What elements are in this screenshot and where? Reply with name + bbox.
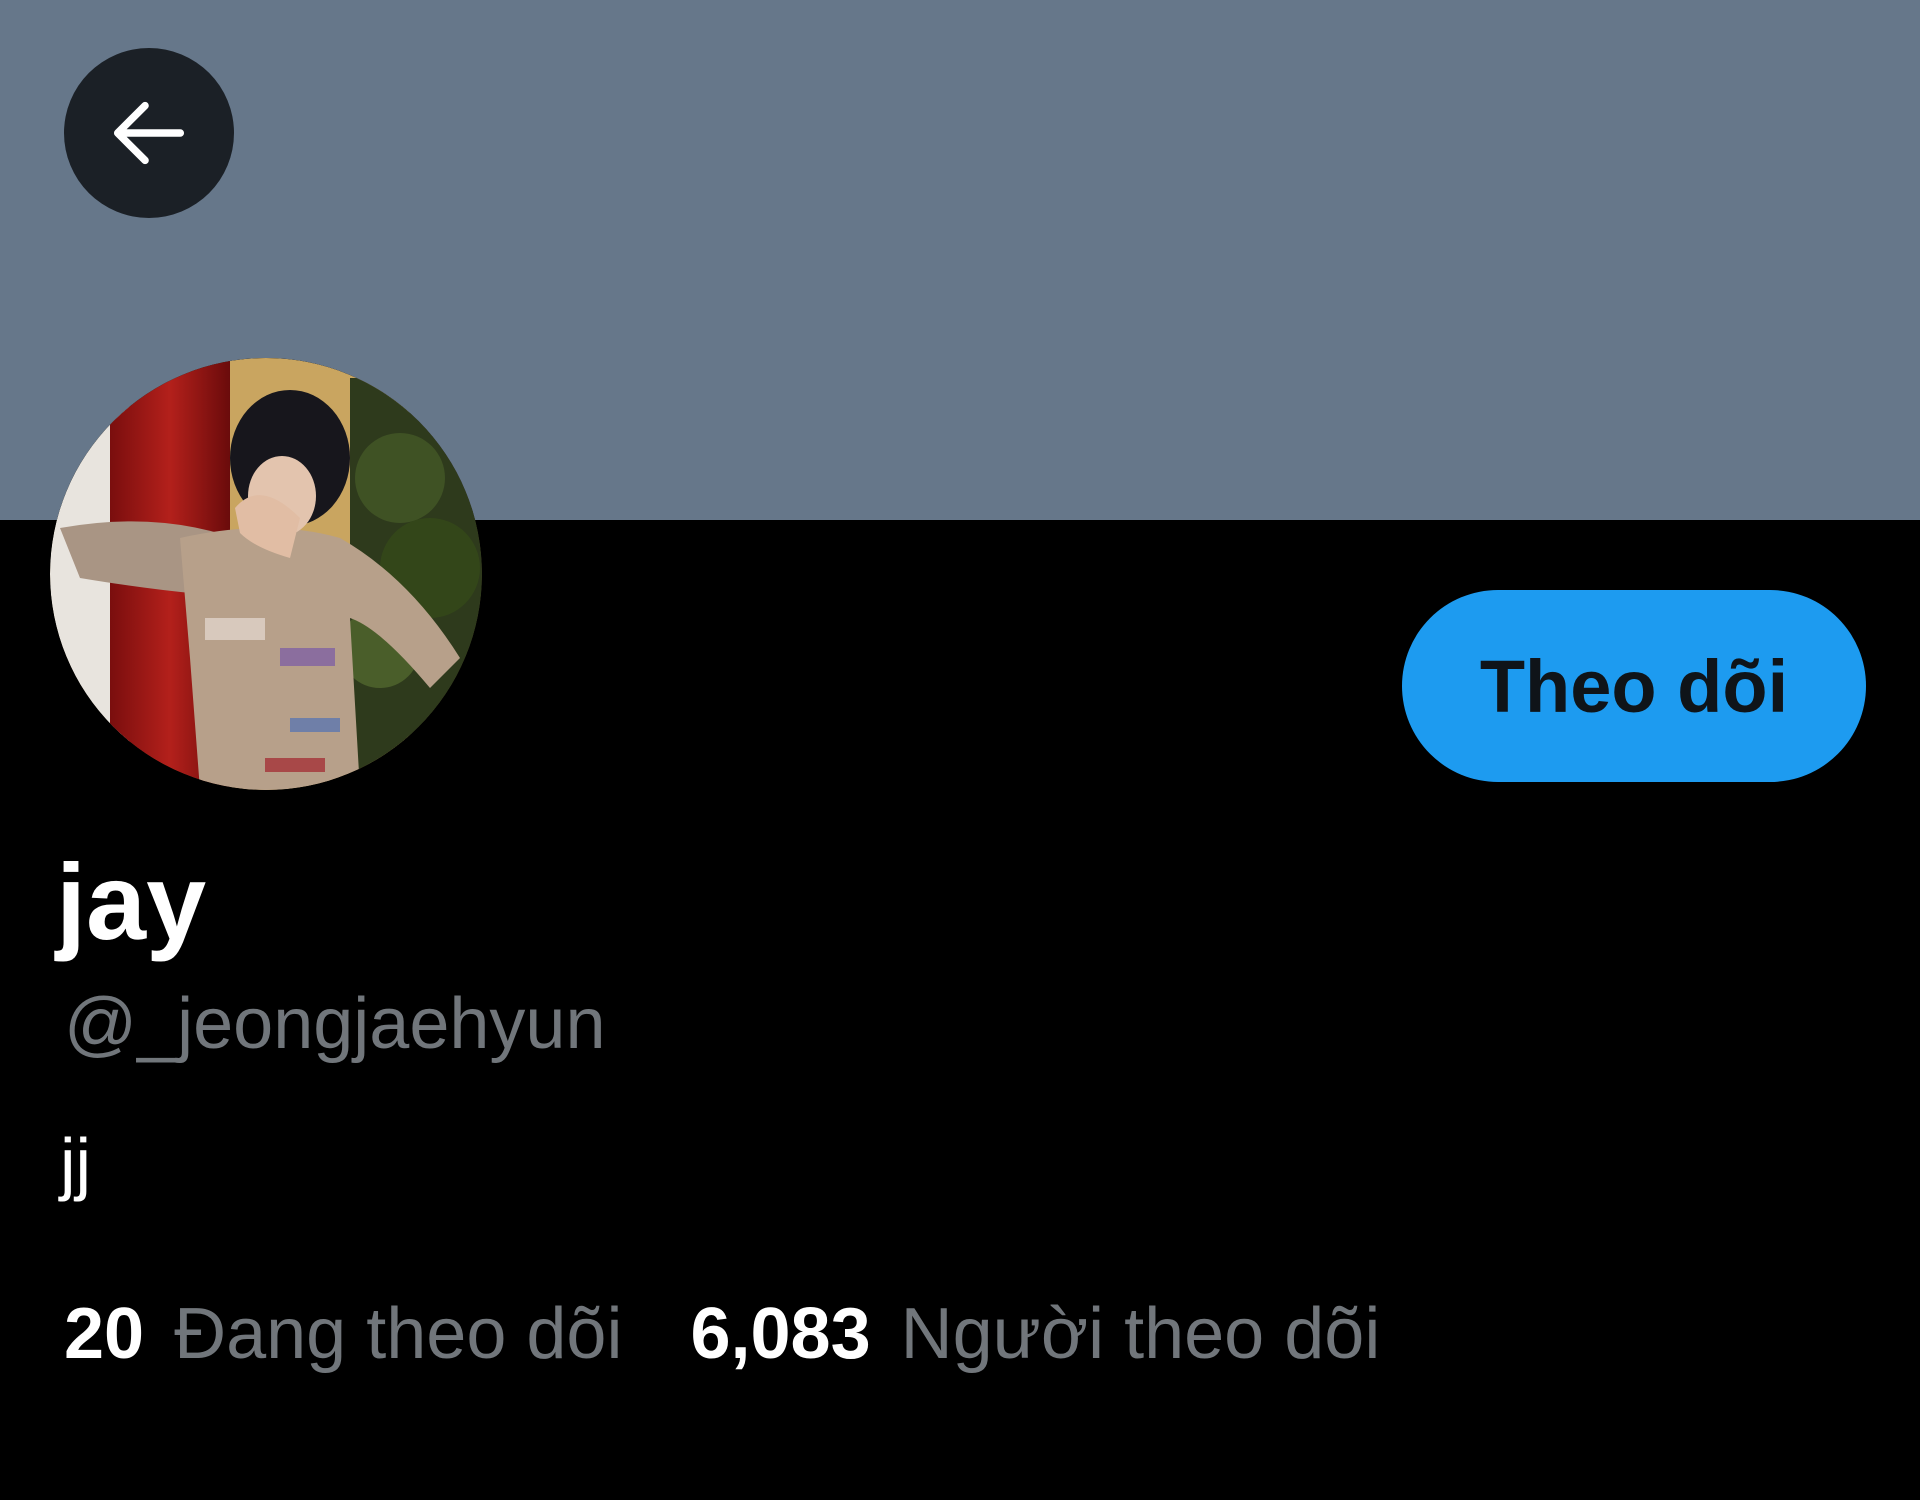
follow-button[interactable]: Theo dõi	[1402, 590, 1866, 782]
profile-bio: jj	[60, 1124, 92, 1202]
following-label: Đang theo dõi	[174, 1294, 623, 1374]
arrow-left-icon	[113, 101, 185, 165]
following-link[interactable]: 20 Đang theo dõi	[64, 1298, 622, 1370]
avatar[interactable]	[50, 358, 482, 790]
back-button[interactable]	[64, 48, 234, 218]
followers-link[interactable]: 6,083 Người theo dõi	[690, 1298, 1380, 1370]
followers-count: 6,083	[690, 1294, 871, 1374]
username-handle: @_jeongjaehyun	[64, 984, 606, 1064]
profile-photo	[50, 358, 482, 790]
follow-stats: 20 Đang theo dõi 6,083 Người theo dõi	[64, 1298, 1380, 1370]
followers-label: Người theo dõi	[900, 1294, 1381, 1374]
following-count: 20	[64, 1294, 145, 1374]
profile-page: Theo dõi jay @_jeongjaehyun jj 20 Đang t…	[0, 0, 1920, 1500]
display-name: jay	[56, 841, 207, 962]
